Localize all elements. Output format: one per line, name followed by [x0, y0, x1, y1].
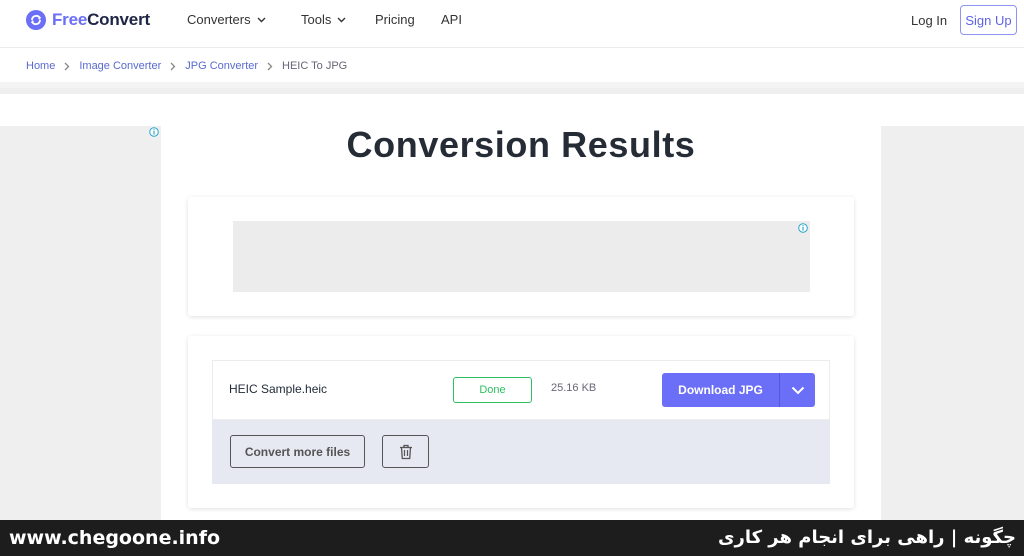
breadcrumb-image-converter[interactable]: Image Converter	[79, 60, 161, 72]
chevron-right-icon	[267, 62, 273, 70]
action-bar: Convert more files	[212, 420, 830, 484]
chevron-down-icon	[337, 17, 346, 22]
download-button-group: Download JPG	[662, 373, 815, 407]
result-card: HEIC Sample.heic Done 25.16 KB Download …	[188, 336, 854, 508]
file-name: HEIC Sample.heic	[229, 382, 328, 396]
signup-button[interactable]: Sign Up	[960, 5, 1017, 35]
breadcrumb-heic-to-jpg: HEIC To JPG	[282, 60, 348, 72]
breadcrumb-bar: Home Image Converter JPG Converter HEIC …	[0, 48, 1024, 88]
file-row: HEIC Sample.heic Done 25.16 KB Download …	[212, 360, 830, 420]
chevron-down-icon	[791, 386, 804, 394]
chevron-right-icon	[64, 62, 70, 70]
page-title: Conversion Results	[346, 124, 696, 165]
convert-more-button[interactable]: Convert more files	[230, 435, 365, 468]
breadcrumb-jpg-converter[interactable]: JPG Converter	[185, 60, 258, 72]
ad-info-icon[interactable]	[798, 223, 808, 233]
chevron-right-icon	[170, 62, 176, 70]
chevron-down-icon	[257, 17, 266, 22]
breadcrumb-home[interactable]: Home	[26, 60, 55, 72]
nav-converters[interactable]: Converters	[187, 12, 266, 27]
logo[interactable]: FreeConvert	[26, 9, 150, 31]
delete-button[interactable]	[382, 435, 429, 468]
watermark-site: www.chegoone.info	[9, 527, 221, 549]
login-link[interactable]: Log In	[911, 13, 947, 28]
status-badge: Done	[453, 377, 532, 403]
watermark-footer: www.chegoone.info چگونه | راهی برای انجا…	[0, 520, 1024, 556]
logo-icon	[26, 10, 46, 30]
nav-tools[interactable]: Tools	[301, 12, 346, 27]
nav-api[interactable]: API	[441, 12, 462, 27]
page-top-strip	[0, 94, 1024, 126]
logo-text: FreeConvert	[52, 10, 150, 29]
watermark-tagline: چگونه | راهی برای انجام هر کاری	[717, 527, 1016, 548]
site-header: FreeConvert Converters Tools Pricing API…	[0, 0, 1024, 48]
breadcrumb: Home Image Converter JPG Converter HEIC …	[26, 60, 347, 72]
download-button[interactable]: Download JPG	[662, 373, 780, 407]
ad-card	[188, 197, 854, 316]
download-options-button[interactable]	[780, 373, 815, 407]
trash-icon	[399, 444, 412, 459]
ad-info-icon[interactable]	[149, 127, 159, 137]
ad-banner[interactable]	[233, 221, 810, 292]
file-size: 25.16 KB	[551, 382, 597, 394]
nav-pricing[interactable]: Pricing	[375, 12, 415, 27]
